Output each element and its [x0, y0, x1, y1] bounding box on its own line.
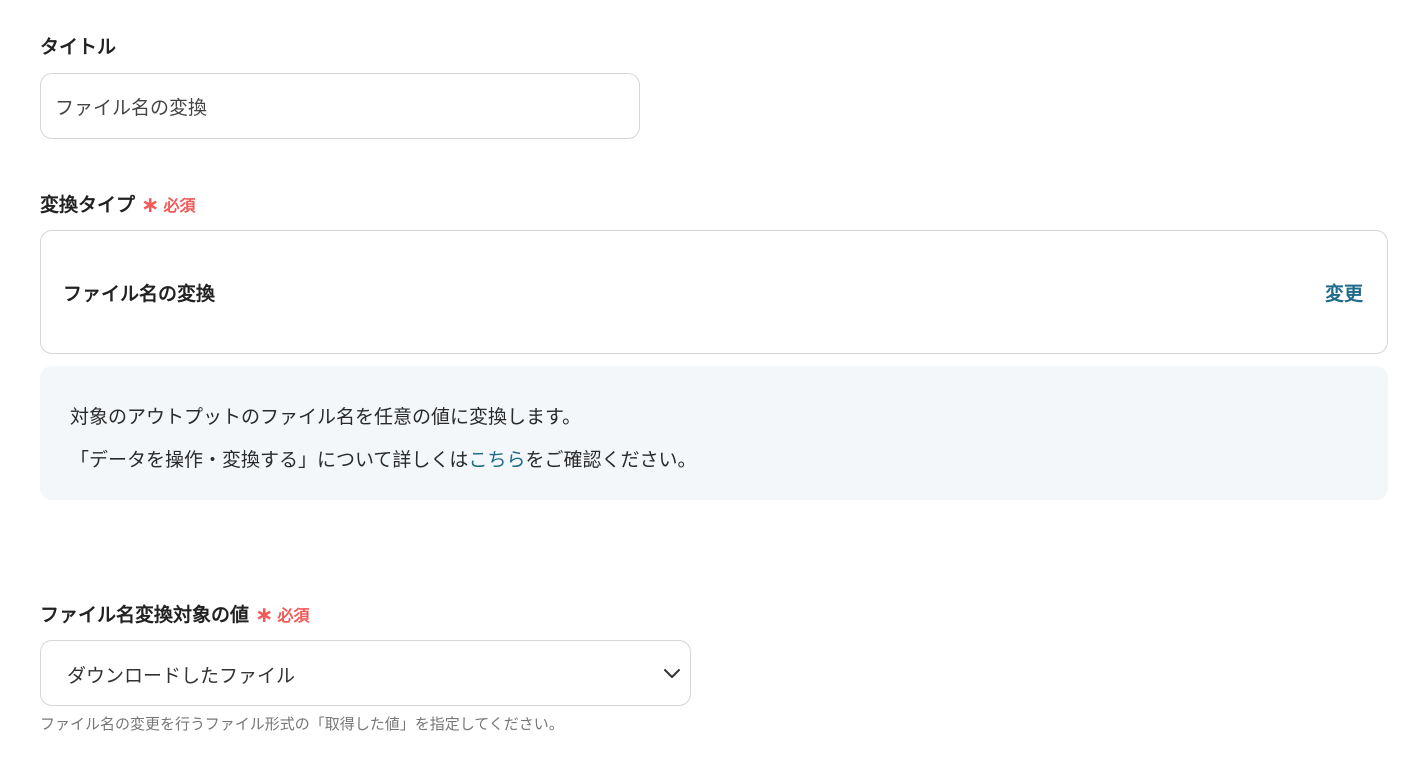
conversion-type-card: ファイル名の変換 変更: [40, 230, 1388, 354]
required-text: 必須: [163, 195, 196, 215]
target-value-hint: ファイル名の変更を行うファイル形式の「取得した値」を指定してください。: [40, 715, 564, 733]
title-label-text: タイトル: [40, 36, 117, 58]
required-badge: ∗ 必須: [141, 192, 195, 216]
required-badge: ∗ 必須: [255, 602, 309, 626]
title-label: タイトル: [40, 32, 116, 59]
info-help-link[interactable]: こちら: [468, 449, 525, 471]
info-help-line: 「データを操作・変換する」について詳しくはこちらをご確認ください。: [70, 439, 1358, 482]
required-asterisk-icon: ∗: [141, 192, 160, 218]
chevron-down-icon: [664, 669, 680, 678]
target-value-select[interactable]: ダウンロードしたファイル: [40, 640, 691, 706]
change-conversion-type-link[interactable]: 変更: [1325, 279, 1363, 306]
conversion-type-label-text: 変換タイプ: [40, 194, 136, 216]
target-value-selected: ダウンロードしたファイル: [67, 665, 296, 687]
required-asterisk-icon: ∗: [255, 602, 274, 628]
conversion-type-label: 変換タイプ ∗ 必須: [40, 190, 195, 217]
info-help-after: をご確認ください。: [525, 449, 697, 471]
info-box: 対象のアウトプットのファイル名を任意の値に変換します。 「データを操作・変換する…: [40, 366, 1388, 500]
info-help-before: 「データを操作・変換する」について詳しくは: [70, 449, 469, 471]
title-input[interactable]: [40, 73, 640, 139]
target-value-label: ファイル名変換対象の値 ∗ 必須: [40, 600, 309, 627]
info-description: 対象のアウトプットのファイル名を任意の値に変換します。: [70, 406, 582, 428]
conversion-type-value: ファイル名の変換: [63, 283, 216, 305]
conversion-settings-form: タイトル 変換タイプ ∗ 必須 ファイル名の変換 変更 対象のアウトプットのファ…: [0, 0, 1416, 764]
required-text: 必須: [277, 605, 310, 625]
target-value-label-text: ファイル名変換対象の値: [40, 604, 250, 626]
